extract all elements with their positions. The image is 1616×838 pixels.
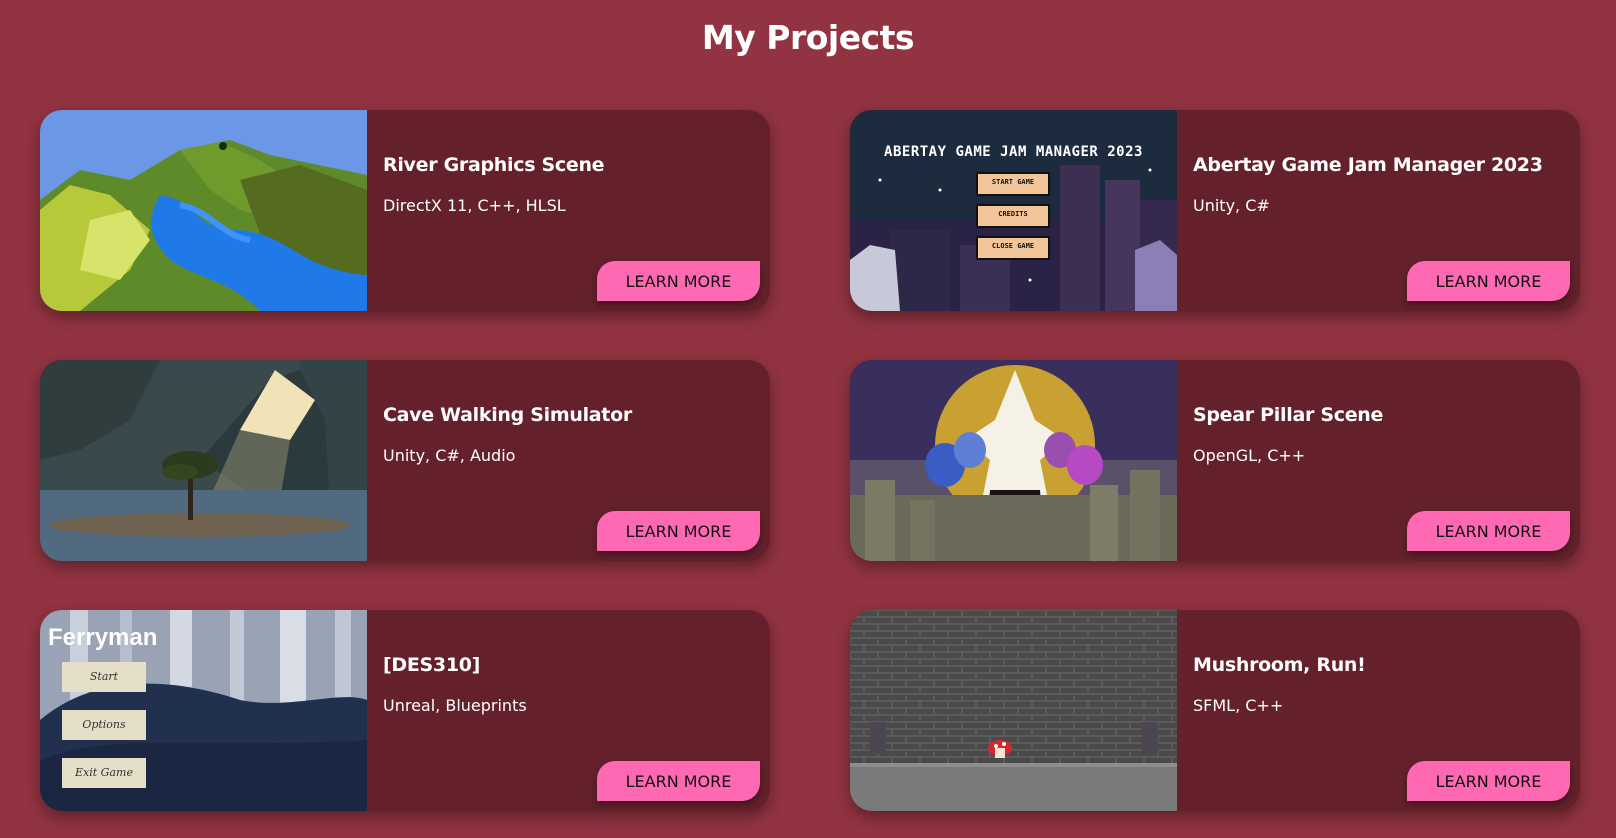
page-title: My Projects — [701, 18, 915, 57]
project-tech-stack: Unity, C# — [1193, 196, 1270, 215]
project-title: Abertay Game Jam Manager 2023 — [1193, 154, 1543, 176]
project-card-cave-walking-simulator: Cave Walking Simulator Unity, C#, Audio … — [40, 360, 770, 561]
ferryman-menu-exit: Exit Game — [75, 766, 133, 779]
project-tech-stack: DirectX 11, C++, HLSL — [383, 196, 566, 215]
project-card-mushroom-run: Mushroom, Run! SFML, C++ LEARN MORE — [850, 610, 1580, 811]
learn-more-button[interactable]: LEARN MORE — [597, 261, 760, 301]
project-card-river-graphics-scene: River Graphics Scene DirectX 11, C++, HL… — [40, 110, 770, 311]
project-tech-stack: SFML, C++ — [1193, 696, 1284, 715]
ferryman-menu-options: Options — [82, 718, 126, 731]
project-card-spear-pillar-scene: Spear Pillar Scene OpenGL, C++ LEARN MOR… — [850, 360, 1580, 561]
game-jam-menu-start: START GAME — [991, 178, 1035, 186]
project-title: Mushroom, Run! — [1193, 654, 1366, 676]
project-title: River Graphics Scene — [383, 154, 605, 176]
project-tech-stack: Unity, C#, Audio — [383, 446, 516, 465]
ferryman-menu-start: Start — [89, 670, 119, 683]
ferryman-menu-image: Ferryman Start Options Exit Game — [40, 610, 367, 811]
project-card-game-jam-manager: ABERTAY GAME JAM MANAGER 2023 START GAME… — [850, 110, 1580, 311]
learn-more-button[interactable]: LEARN MORE — [1407, 511, 1570, 551]
game-jam-menu-close: CLOSE GAME — [991, 242, 1035, 250]
cave-tree-image — [40, 360, 367, 561]
learn-more-button[interactable]: LEARN MORE — [597, 761, 760, 801]
game-jam-menu-credits: CREDITS — [998, 210, 1028, 218]
project-tech-stack: Unreal, Blueprints — [383, 696, 527, 715]
game-jam-menu-image: ABERTAY GAME JAM MANAGER 2023 START GAME… — [850, 110, 1177, 311]
ferryman-thumbnail-heading: Ferryman — [48, 624, 158, 651]
river-terrain-image — [40, 110, 367, 311]
learn-more-button[interactable]: LEARN MORE — [597, 511, 760, 551]
project-title: [DES310] — [383, 654, 481, 676]
game-jam-thumbnail-heading: ABERTAY GAME JAM MANAGER 2023 — [884, 144, 1143, 160]
project-title: Spear Pillar Scene — [1193, 404, 1384, 426]
project-title: Cave Walking Simulator — [383, 404, 632, 426]
project-card-des310: Ferryman Start Options Exit Game [DES310… — [40, 610, 770, 811]
learn-more-button[interactable]: LEARN MORE — [1407, 761, 1570, 801]
project-tech-stack: OpenGL, C++ — [1193, 446, 1306, 465]
learn-more-button[interactable]: LEARN MORE — [1407, 261, 1570, 301]
spear-pillar-image — [850, 360, 1177, 561]
mushroom-run-image — [850, 610, 1177, 811]
